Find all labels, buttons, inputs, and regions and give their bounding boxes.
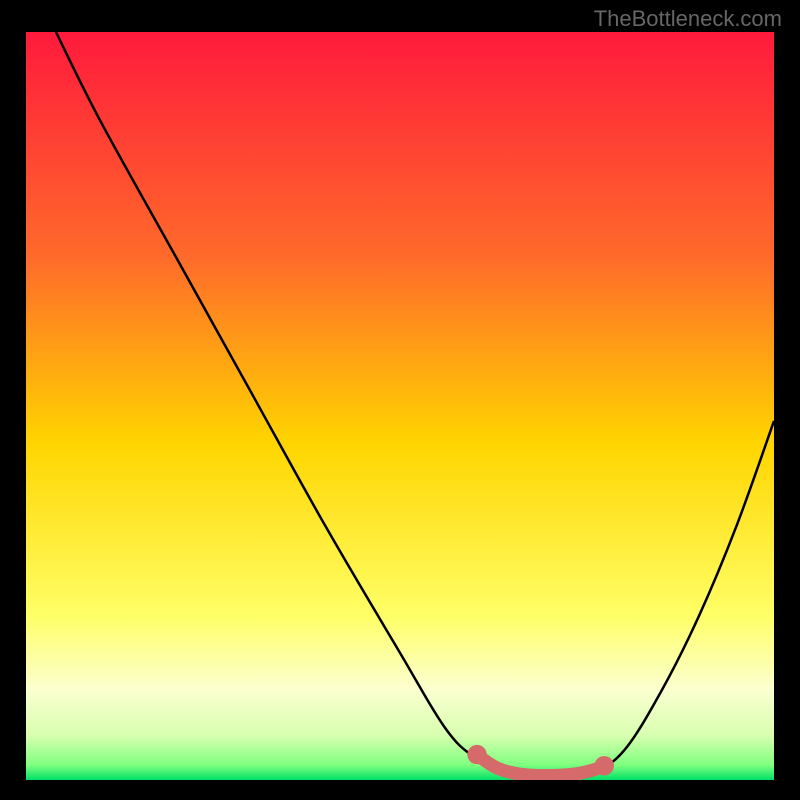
plot-area xyxy=(26,32,774,780)
chart-svg xyxy=(26,32,774,780)
optimal-range-endpoint-1 xyxy=(594,756,613,775)
optimal-range-endpoint-0 xyxy=(467,745,486,764)
gradient-background xyxy=(26,32,774,780)
watermark-text: TheBottleneck.com xyxy=(594,6,782,32)
chart-container: TheBottleneck.com xyxy=(0,0,800,800)
